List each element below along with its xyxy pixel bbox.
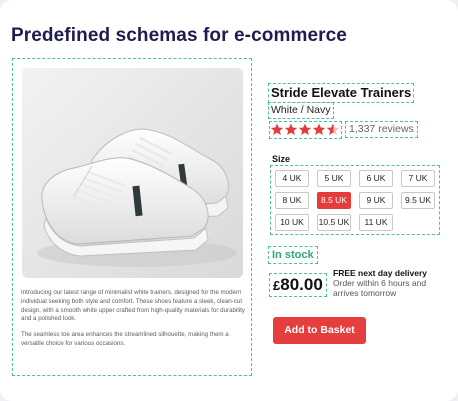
size-option[interactable]: 9.5 UK <box>401 192 435 209</box>
size-option-selected[interactable]: 8.5 UK <box>317 192 351 209</box>
product-card: Predefined schemas for e-commerce Introd… <box>0 0 458 401</box>
price-amount: 80.00 <box>280 275 323 294</box>
product-media-column: Introducing our latest range of minimali… <box>12 58 252 376</box>
star-rating <box>269 121 342 139</box>
delivery-title: FREE next day delivery <box>333 268 428 278</box>
page-title: Predefined schemas for e-commerce <box>11 25 347 46</box>
size-selector: 4 UK 5 UK 6 UK 7 UK 8 UK 8.5 UK 9 UK 9.5… <box>270 165 440 235</box>
add-to-basket-button[interactable]: Add to Basket <box>273 317 366 344</box>
star-icon <box>298 123 312 135</box>
reviews-link[interactable]: 1,337 reviews <box>345 121 418 138</box>
size-option[interactable]: 7 UK <box>401 170 435 187</box>
description-paragraph: Introducing our latest range of minimali… <box>21 289 245 323</box>
delivery-text: Order within 6 hours and arrives tomorro… <box>333 278 427 298</box>
delivery-info: FREE next day delivery Order within 6 ho… <box>333 268 448 298</box>
description-paragraph: The seamless toe area enhances the strea… <box>21 331 229 347</box>
size-label: Size <box>272 154 291 164</box>
size-option[interactable]: 11 UK <box>359 214 393 231</box>
star-icon <box>284 123 298 135</box>
star-icon <box>270 123 284 135</box>
size-option[interactable]: 8 UK <box>275 192 309 209</box>
size-option[interactable]: 10.5 UK <box>317 214 351 231</box>
sneaker-illustration <box>22 68 243 278</box>
size-option[interactable]: 10 UK <box>275 214 309 231</box>
size-option[interactable]: 4 UK <box>275 170 309 187</box>
product-name: Stride Elevate Trainers <box>267 83 415 103</box>
stock-status: In stock <box>268 246 318 264</box>
size-option[interactable]: 6 UK <box>359 170 393 187</box>
size-option[interactable]: 9 UK <box>359 192 393 209</box>
product-description: Introducing our latest range of minimali… <box>21 289 247 349</box>
product-image <box>22 68 243 278</box>
price: £80.00 <box>269 273 327 297</box>
size-option[interactable]: 5 UK <box>317 170 351 187</box>
star-icon <box>312 123 326 135</box>
product-variant: White / Navy <box>268 102 334 119</box>
